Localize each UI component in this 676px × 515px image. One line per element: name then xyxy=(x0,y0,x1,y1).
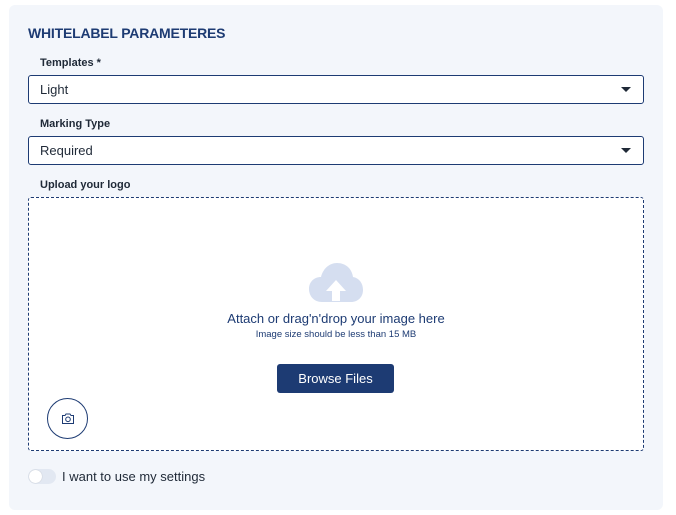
browse-files-button[interactable]: Browse Files xyxy=(277,364,394,393)
marking-type-value: Required xyxy=(40,143,93,158)
templates-label: Templates * xyxy=(40,57,101,69)
dropzone-title: Attach or drag'n'drop your image here xyxy=(227,311,445,326)
marking-type-label: Marking Type xyxy=(40,118,111,130)
upload-logo-label: Upload your logo xyxy=(40,179,131,191)
templates-select[interactable]: Light xyxy=(28,75,644,104)
dropzone-subtitle: Image size should be less than 15 MB xyxy=(255,329,417,340)
toggle-knob xyxy=(29,470,42,483)
templates-value: Light xyxy=(40,82,69,97)
use-settings-label: I want to use my settings xyxy=(62,469,206,484)
camera-button[interactable] xyxy=(47,398,88,439)
logo-dropzone[interactable]: Attach or drag'n'drop your image here Im… xyxy=(28,197,644,451)
cloud-upload-icon xyxy=(309,263,363,302)
camera-icon xyxy=(62,413,74,424)
marking-type-select[interactable]: Required xyxy=(28,136,644,165)
whitelabel-panel: WHITELABEL PARAMETERES Templates * Light… xyxy=(9,5,663,510)
section-title: WHITELABEL PARAMETERES xyxy=(28,25,226,41)
use-settings-toggle[interactable] xyxy=(28,469,56,484)
chevron-down-icon xyxy=(621,148,631,153)
chevron-down-icon xyxy=(621,87,631,92)
